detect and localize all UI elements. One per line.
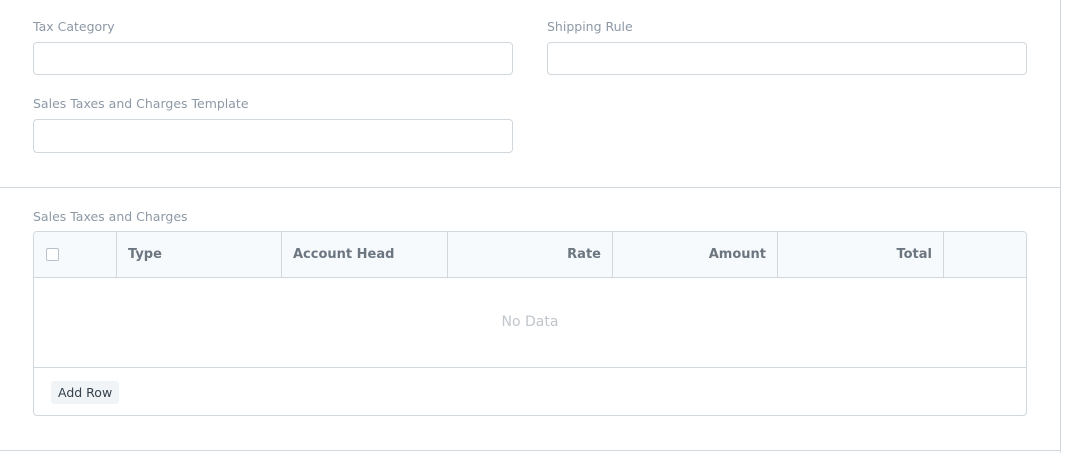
page: Tax Category Shipping Rule Sales Taxes a… xyxy=(0,0,1065,453)
grid-footer: Add Row xyxy=(34,368,1026,415)
shipping-rule-input[interactable] xyxy=(547,42,1027,75)
column-header-account-head[interactable]: Account Head xyxy=(282,232,448,277)
taxes-grid: Type Account Head Rate Amount Total No D… xyxy=(33,231,1027,416)
tax-category-label: Tax Category xyxy=(33,19,115,34)
tax-category-input[interactable] xyxy=(33,42,513,75)
grid-header-checkbox-cell xyxy=(34,232,117,277)
shipping-rule-label: Shipping Rule xyxy=(547,19,633,34)
section-divider xyxy=(0,187,1061,188)
taxes-template-input[interactable] xyxy=(33,119,513,153)
form-right-border xyxy=(1060,0,1061,453)
grid-header-row: Type Account Head Rate Amount Total xyxy=(34,232,1026,278)
column-header-type[interactable]: Type xyxy=(117,232,282,277)
taxes-template-label: Sales Taxes and Charges Template xyxy=(33,96,249,111)
form-bottom-border xyxy=(0,450,1061,451)
grid-header-actions-cell xyxy=(944,232,1026,277)
taxes-table-label: Sales Taxes and Charges xyxy=(33,209,188,224)
column-header-rate[interactable]: Rate xyxy=(448,232,613,277)
add-row-button[interactable]: Add Row xyxy=(51,381,120,404)
column-header-total[interactable]: Total xyxy=(778,232,944,277)
select-all-checkbox[interactable] xyxy=(46,248,59,261)
grid-body: No Data xyxy=(34,277,1026,368)
no-data-text: No Data xyxy=(501,314,559,330)
column-header-amount[interactable]: Amount xyxy=(613,232,778,277)
